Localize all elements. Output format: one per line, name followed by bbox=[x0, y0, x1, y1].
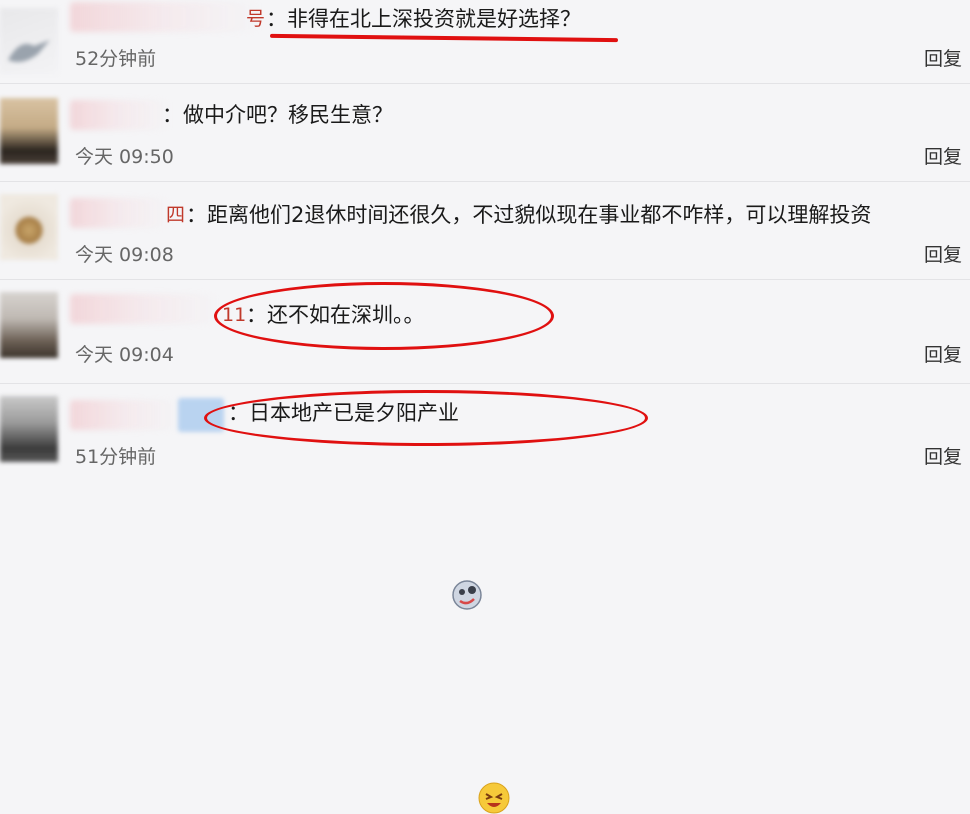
reply-button[interactable]: 回复 bbox=[924, 46, 962, 72]
avatar[interactable] bbox=[0, 396, 58, 462]
reply-button[interactable]: 回复 bbox=[924, 144, 962, 170]
comment-time: 52分钟前 bbox=[75, 48, 157, 70]
bird-icon bbox=[8, 40, 50, 62]
username-blurred[interactable] bbox=[70, 400, 180, 430]
comment-item: 四 ：距离他们2退休时间还很久，不过貌似现在事业都不咋样，可以理解投资 今天 0… bbox=[0, 182, 970, 280]
comment-item: ：日本地产已是夕阳产业 51分钟前 回复 bbox=[0, 384, 970, 814]
comment-text: ：距离他们2退休时间还很久，不过貌似现在事业都不咋样，可以理解投资 bbox=[186, 203, 872, 227]
grin-emoji-icon bbox=[478, 782, 510, 814]
comment-time: 51分钟前 bbox=[75, 446, 157, 468]
annotation-ellipse bbox=[204, 390, 648, 446]
comment-item: ：做中介吧？移民生意？ 今天 09:50 回复 bbox=[0, 84, 970, 182]
annotation-underline bbox=[269, 33, 619, 43]
reply-button[interactable]: 回复 bbox=[924, 342, 962, 368]
comment-time: 今天 09:50 bbox=[75, 146, 174, 168]
username-tail: 号 bbox=[246, 8, 266, 30]
comment-item: 号 ：非得在北上深投资就是好选择？ 52分钟前 回复 bbox=[0, 0, 970, 84]
comment-time: 今天 09:08 bbox=[75, 244, 174, 266]
face-emoji-icon bbox=[452, 580, 482, 610]
avatar[interactable] bbox=[0, 292, 58, 358]
comment-text: ：非得在北上深投资就是好选择？ bbox=[266, 7, 581, 31]
username-blurred[interactable] bbox=[70, 100, 170, 130]
username-tail: 四 bbox=[166, 204, 186, 226]
avatar[interactable] bbox=[0, 98, 58, 164]
username-blurred[interactable] bbox=[70, 294, 220, 324]
reply-button[interactable]: 回复 bbox=[924, 444, 962, 470]
avatar[interactable] bbox=[0, 194, 58, 260]
reply-button[interactable]: 回复 bbox=[924, 242, 962, 268]
annotation-ellipse bbox=[214, 282, 554, 350]
comment-time: 今天 09:04 bbox=[75, 344, 174, 366]
comment-text: ：做中介吧？移民生意？ bbox=[162, 103, 393, 127]
comment-item: 11 ：还不如在深圳。。 今天 09:04 回复 bbox=[0, 280, 970, 610]
username-blurred[interactable] bbox=[70, 2, 260, 32]
username-blurred[interactable] bbox=[70, 198, 170, 228]
avatar[interactable] bbox=[0, 8, 58, 74]
